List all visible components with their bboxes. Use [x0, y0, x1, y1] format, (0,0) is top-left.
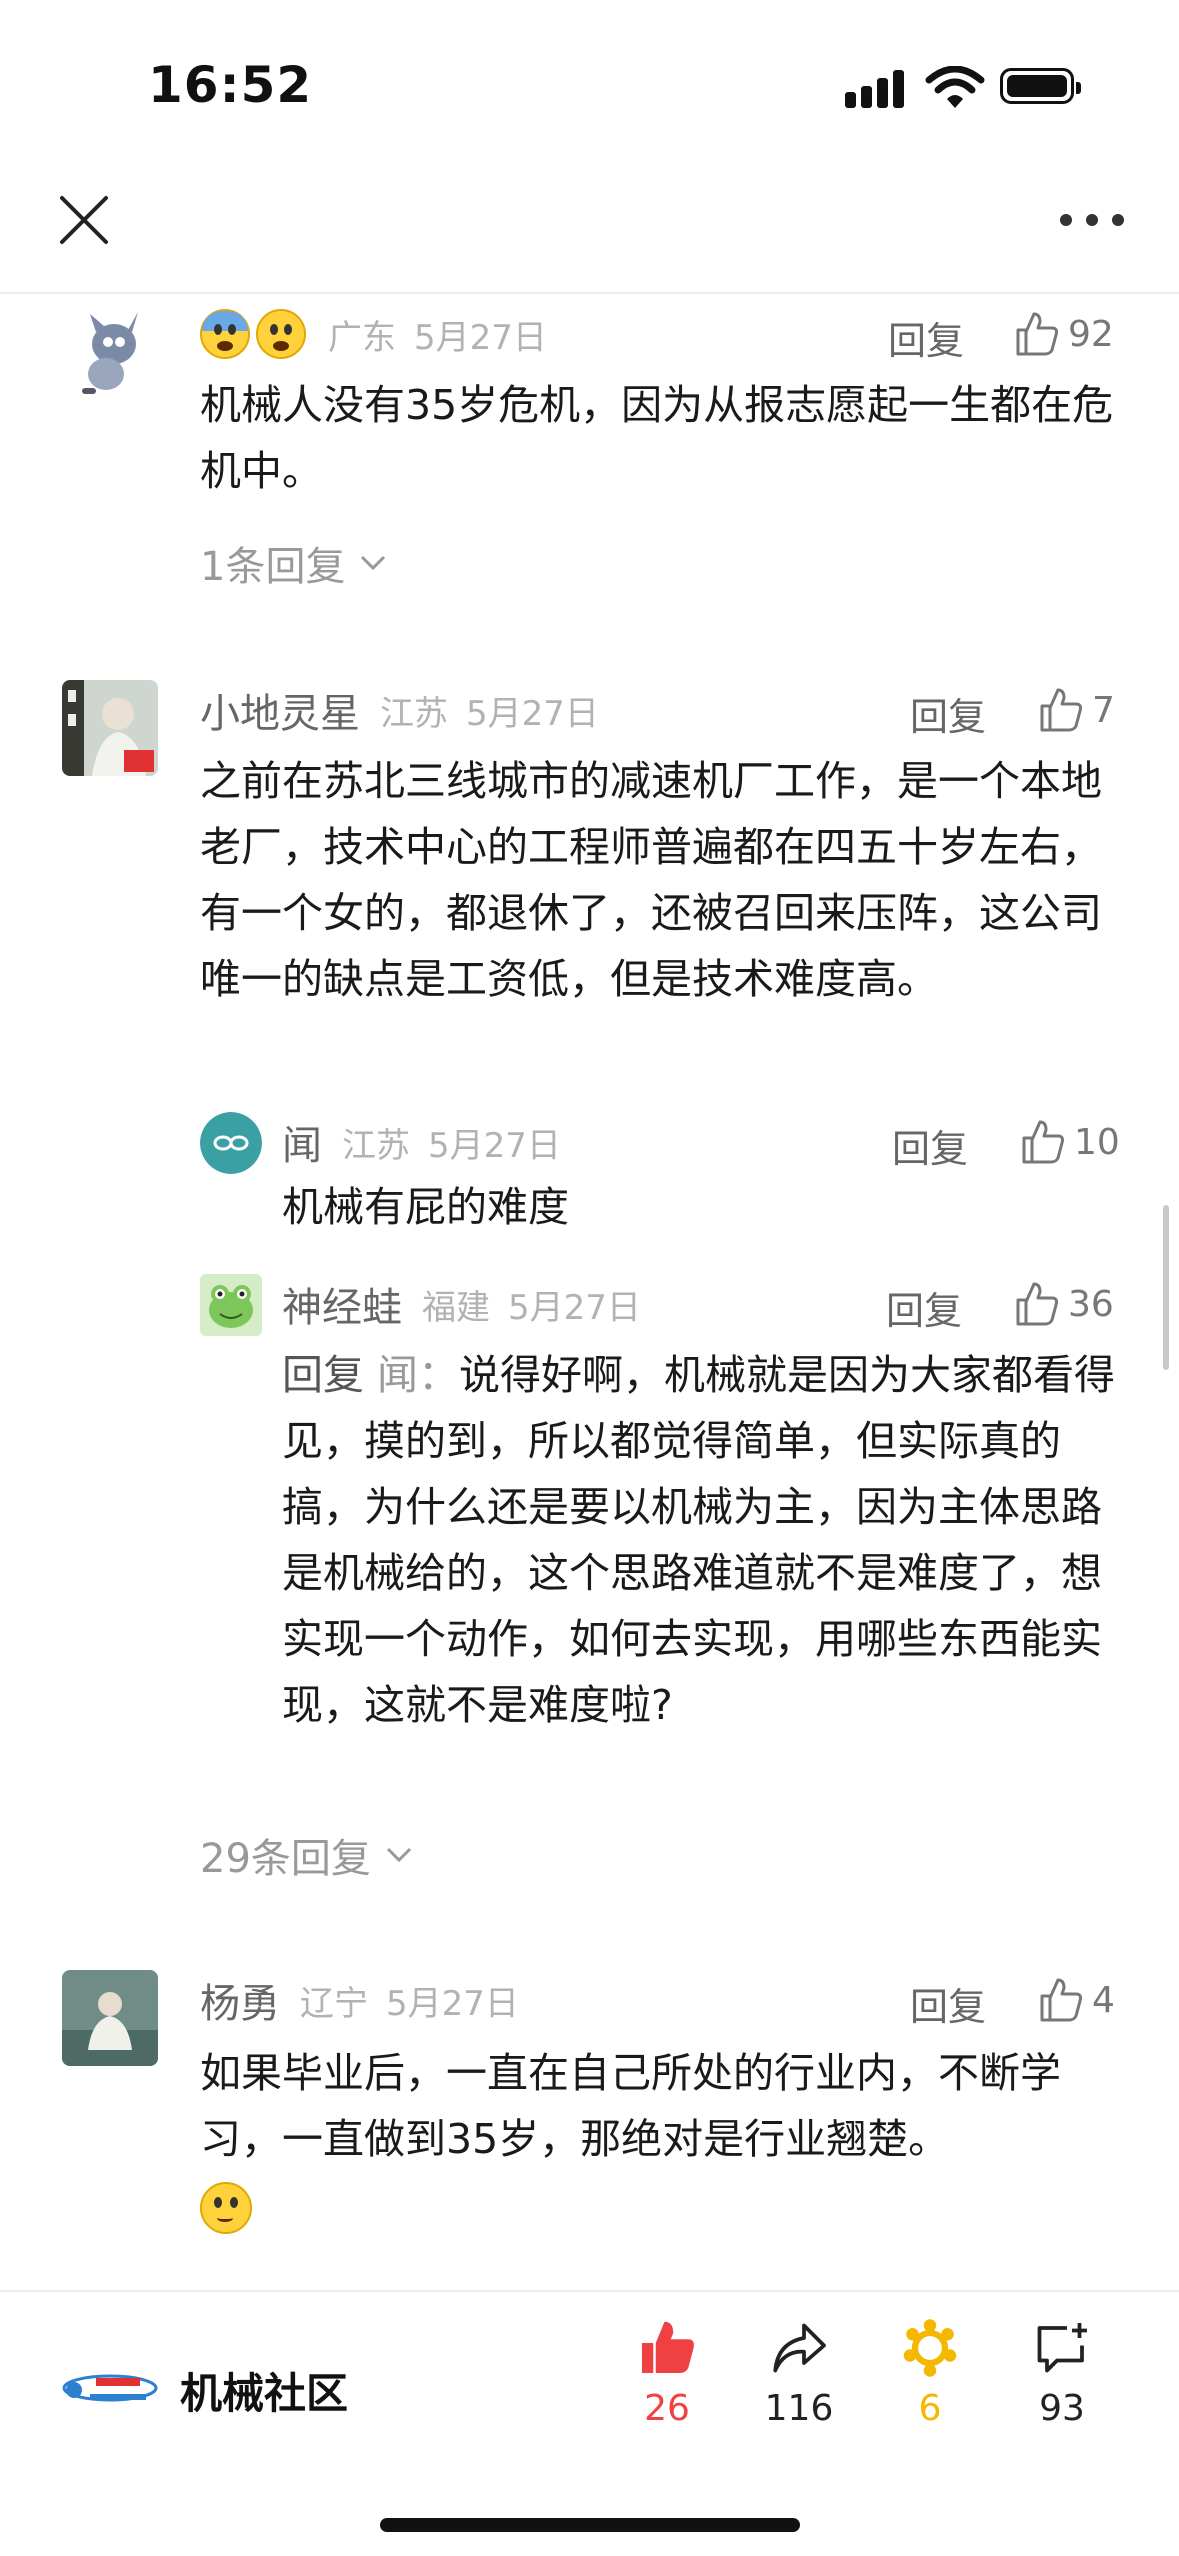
avatar[interactable] — [200, 1112, 262, 1174]
status-time: 16:52 — [148, 56, 313, 114]
avatar[interactable] — [62, 304, 158, 400]
scream-face-icon — [200, 309, 250, 359]
like-count: 36 — [1068, 1283, 1114, 1325]
comment-add-icon — [1037, 2323, 1087, 2373]
comment-meta: 杨勇 辽宁 5月27日 — [200, 1970, 537, 2030]
expand-replies-button[interactable]: 29条回复 — [200, 1826, 413, 1884]
reply-button[interactable]: 回复 — [886, 1280, 962, 1335]
username[interactable]: 神经蛙 — [282, 1275, 402, 1333]
reply-text: 回复 闻：说得好啊，机械就是因为大家都看得见，摸的到，所以都觉得简单，但实际真的… — [282, 1342, 1122, 1738]
date: 5月27日 — [508, 1287, 641, 1328]
comment-count: 93 — [1039, 2388, 1085, 2429]
more-options-icon[interactable] — [1060, 208, 1132, 232]
date: 5月27日 — [414, 317, 547, 358]
avatar[interactable] — [62, 680, 158, 776]
comment-text: 之前在苏北三线城市的减速机厂工作，是一个本地老厂，技术中心的工程师普遍都在四五十… — [200, 757, 1102, 1003]
date: 5月27日 — [428, 1125, 561, 1166]
reply-button[interactable]: 回复 — [892, 1118, 968, 1173]
reply-meta: 闻 江苏 5月27日 — [282, 1112, 579, 1172]
brand-name[interactable]: 机械社区 — [180, 2360, 348, 2421]
like-count: 26 — [644, 2388, 690, 2429]
region: 辽宁 — [300, 1983, 368, 2024]
share-icon — [773, 2323, 826, 2373]
comment-button[interactable]: 93 — [1012, 2318, 1112, 2429]
favorite-button[interactable]: 6 — [880, 2318, 980, 2429]
region: 江苏 — [380, 693, 448, 734]
smiling-face-icon — [200, 2182, 252, 2234]
share-count: 116 — [764, 2388, 834, 2429]
close-icon[interactable] — [56, 192, 112, 248]
username[interactable]: 小地灵星 — [200, 681, 360, 739]
comment-text: 如果毕业后，一直在自己所处的行业内，不断学习，一直做到35岁，那绝对是行业翘楚。 — [200, 2049, 1061, 2163]
status-bar: 16:52 — [0, 0, 1179, 170]
like-post-button[interactable]: 26 — [617, 2318, 717, 2429]
like-count: 10 — [1074, 1121, 1120, 1163]
scrollbar[interactable] — [1163, 1205, 1169, 1370]
reply-meta: 神经蛙 福建 5月27日 — [282, 1274, 659, 1334]
top-nav — [0, 170, 1179, 294]
like-button[interactable]: 92 — [1012, 310, 1114, 358]
region: 福建 — [422, 1287, 490, 1328]
favorite-count: 6 — [918, 2388, 942, 2429]
like-count: 7 — [1092, 689, 1115, 731]
reply-button[interactable]: 回复 — [910, 686, 986, 741]
reply-body: 说得好啊，机械就是因为大家都看得见，摸的到，所以都觉得简单，但实际真的搞，为什么… — [282, 1351, 1116, 1729]
chevron-down-icon — [386, 1847, 411, 1863]
reply-to-user[interactable]: 闻： — [377, 1351, 459, 1399]
thumbs-up-filled-icon — [642, 2321, 694, 2373]
brand-logo[interactable] — [60, 2362, 160, 2412]
region: 广东 — [328, 317, 396, 358]
username[interactable]: 闻 — [282, 1113, 322, 1171]
thumbs-up-icon — [1040, 1978, 1082, 2022]
thumbs-up-icon — [1040, 688, 1082, 732]
avatar[interactable] — [200, 1274, 262, 1336]
comment-meta: 小地灵星 江苏 5月27日 — [200, 680, 617, 740]
reply-button[interactable]: 回复 — [910, 1976, 986, 2031]
like-count: 92 — [1068, 313, 1114, 355]
home-indicator[interactable] — [380, 2518, 800, 2532]
like-count: 4 — [1092, 1979, 1115, 2021]
like-button[interactable]: 10 — [1018, 1118, 1120, 1166]
reply-button[interactable]: 回复 — [888, 310, 964, 365]
thumbs-up-icon — [1016, 312, 1058, 356]
chevron-down-icon — [361, 555, 386, 571]
region: 江苏 — [342, 1125, 410, 1166]
date: 5月27日 — [466, 693, 599, 734]
bottom-action-bar: 机械社区 26 116 6 93 — [0, 2290, 1179, 2556]
like-button[interactable]: 7 — [1036, 686, 1115, 734]
like-button[interactable]: 4 — [1036, 1976, 1115, 2024]
expand-replies-label: 29条回复 — [200, 1836, 371, 1882]
favorite-icon — [903, 2319, 957, 2377]
reply-text: 机械有屁的难度 — [282, 1183, 569, 1231]
battery-icon — [1000, 68, 1081, 104]
comment-meta: 广东 5月27日 — [200, 304, 565, 364]
thumbs-up-icon — [1022, 1120, 1064, 1164]
username[interactable]: 杨勇 — [200, 1971, 280, 2029]
like-button[interactable]: 36 — [1012, 1280, 1114, 1328]
fearful-face-icon — [256, 309, 306, 359]
date: 5月27日 — [386, 1983, 519, 2024]
share-button[interactable]: 116 — [749, 2318, 849, 2429]
avatar[interactable] — [62, 1970, 158, 2066]
reply-prefix: 回复 — [282, 1351, 364, 1399]
expand-replies-button[interactable]: 1条回复 — [200, 534, 387, 592]
wifi-icon — [925, 66, 985, 108]
cellular-signal-icon — [845, 68, 907, 108]
comment-text: 机械人没有35岁危机，因为从报志愿起一生都在危机中。 — [200, 381, 1114, 495]
thumbs-up-icon — [1016, 1282, 1058, 1326]
expand-replies-label: 1条回复 — [200, 544, 346, 590]
